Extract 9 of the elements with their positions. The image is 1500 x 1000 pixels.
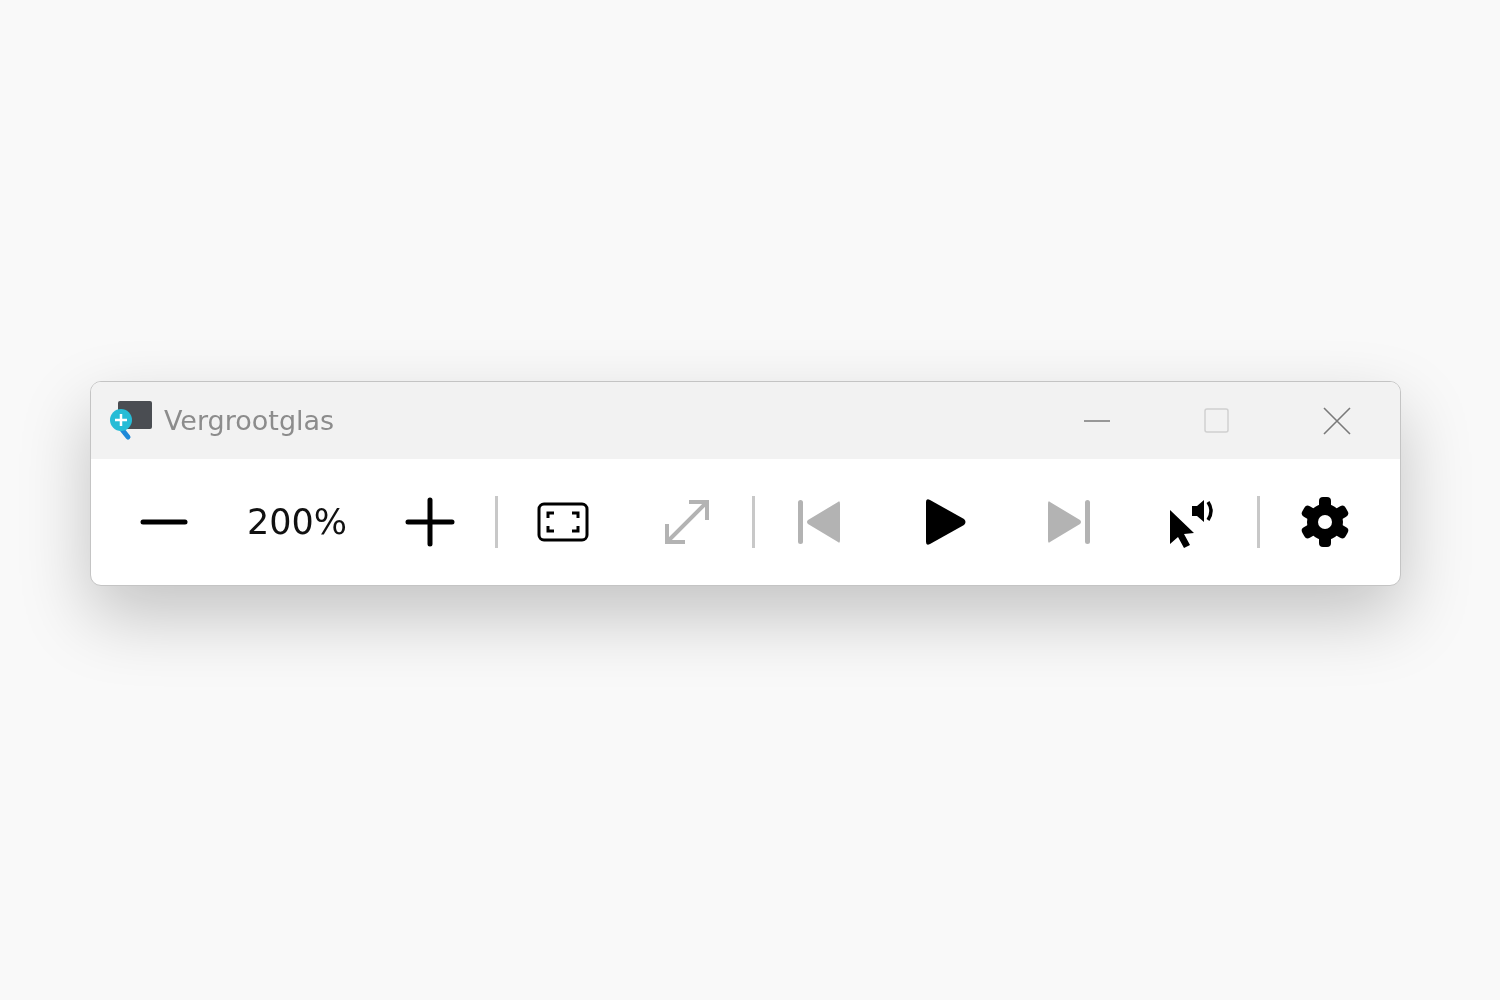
magnifier-app-icon — [110, 400, 152, 441]
close-icon — [1323, 406, 1351, 435]
zoom-level: 200% — [245, 502, 349, 542]
settings-icon — [1299, 496, 1351, 548]
window-title: Vergrootglas — [164, 405, 335, 436]
maximize-icon — [1204, 407, 1230, 434]
minimize-icon — [1083, 418, 1111, 423]
plus-icon — [404, 496, 456, 548]
minus-icon — [138, 519, 190, 525]
